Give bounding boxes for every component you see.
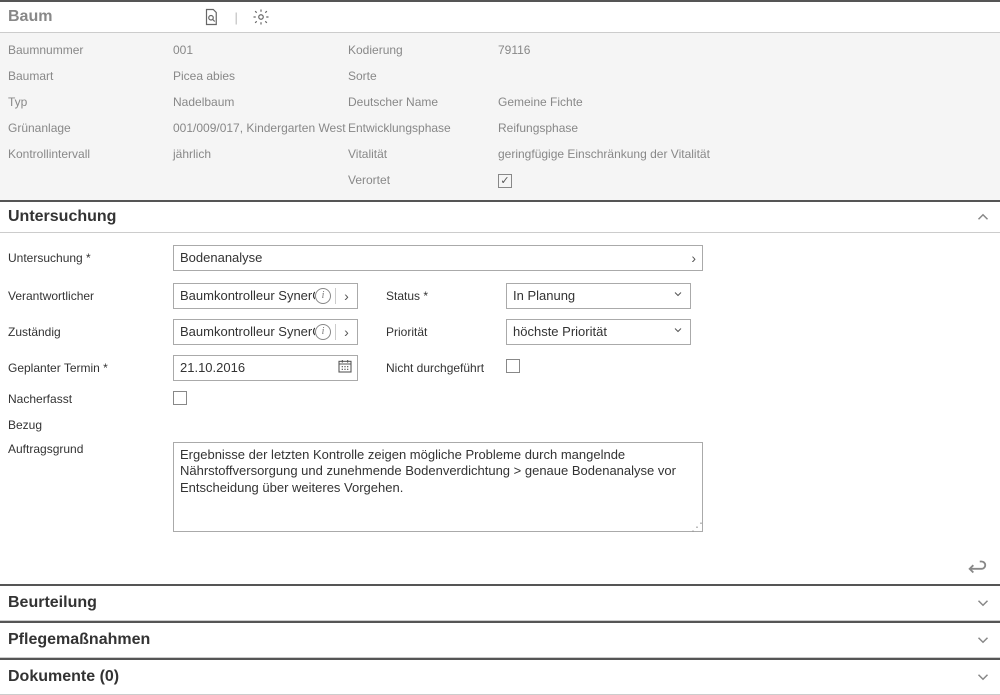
calendar-icon[interactable] [337,358,353,378]
auftragsgrund-label: Auftragsgrund [8,442,173,456]
untersuchung-lookup[interactable]: Bodenanalyse › [173,245,703,271]
baum-header-icons: | [202,8,269,26]
nacherfasst-label: Nacherfasst [8,392,173,406]
chevron-down-icon [672,288,684,303]
verortet-label: Verortet [348,173,498,188]
verantwortlicher-label: Verantwortlicher [8,289,173,303]
zustaendig-label: Zuständig [8,325,173,339]
prioritaet-label: Priorität [386,325,506,339]
zustaendig-picker[interactable]: Baumkontrolleur SynerGIS i › [173,319,358,345]
prioritaet-select[interactable]: höchste Priorität [506,319,691,345]
entwicklung-label: Entwicklungsphase [348,121,498,135]
untersuchung-field-label: Untersuchung * [8,251,173,265]
info-icon[interactable]: i [315,288,331,304]
chevron-down-icon [974,594,992,612]
zustaendig-value: Baumkontrolleur SynerGIS [180,324,315,339]
nicht-durchgefuehrt-checkbox[interactable] [506,359,520,373]
chevron-up-icon [974,208,992,226]
verantwortlicher-picker[interactable]: Baumkontrolleur SynerGIS i › [173,283,358,309]
baum-title: Baum [8,8,52,26]
gruenanlage-label: Grünanlage [8,121,173,135]
kontroll-value: jährlich [173,147,348,161]
beurteilung-title: Beurteilung [8,594,97,612]
dokumente-header[interactable]: Dokumente (0) [0,660,1000,695]
auftragsgrund-row: Auftragsgrund Ergebnisse der letzten Kon… [8,442,992,532]
status-label: Status * [386,289,506,303]
verantwortlicher-value: Baumkontrolleur SynerGIS [180,288,315,303]
document-search-icon[interactable] [202,8,220,26]
baumart-value: Picea abies [173,69,348,83]
nacherfasst-checkbox[interactable] [173,391,187,405]
nacherfasst-cell [173,391,358,408]
resize-handle-icon: ⋰ [691,524,701,530]
termin-datepicker[interactable]: 21.10.2016 [173,355,358,381]
baumnummer-label: Baumnummer [8,43,173,57]
status-value: In Planung [513,288,575,303]
dokumente-section: Dokumente (0) [0,658,1000,695]
baum-header: Baum | [0,2,1000,33]
auftragsgrund-textarea[interactable]: Ergebnisse der letzten Kontrolle zeigen … [173,442,703,532]
untersuchung-form: Untersuchung * Bodenanalyse › Verantwort… [0,233,1000,550]
entwicklung-value: Reifungsphase [498,121,992,135]
untersuchung-lookup-value: Bodenanalyse [180,250,262,265]
chevron-right-icon: › [335,324,353,340]
termin-value: 21.10.2016 [180,360,337,375]
nicht-durchgefuehrt-cell [506,359,706,376]
nacherfasst-row: Nacherfasst [8,391,992,408]
info-icon[interactable]: i [315,324,331,340]
beurteilung-header[interactable]: Beurteilung [0,586,1000,621]
baum-section: Baum | Baumnummer 001 Kodierung 79116 Ba… [0,0,1000,200]
bezug-row: Bezug [8,418,992,432]
zustaendig-row: Zuständig Baumkontrolleur SynerGIS i › P… [8,319,992,345]
pflegemassnahmen-header[interactable]: Pflegemaßnahmen [0,623,1000,658]
status-select[interactable]: In Planung [506,283,691,309]
untersuchung-title: Untersuchung [8,208,116,226]
baum-info-grid: Baumnummer 001 Kodierung 79116 Baumart P… [0,33,1000,200]
verortet-value: ✓ [498,173,992,188]
kodierung-label: Kodierung [348,43,498,57]
dokumente-title: Dokumente (0) [8,668,119,686]
sorte-value [498,69,992,83]
deutscher-label: Deutscher Name [348,95,498,109]
gruenanlage-value: 001/009/017, Kindergarten West [173,121,348,135]
untersuchung-footer [0,550,1000,584]
typ-value: Nadelbaum [173,95,348,109]
chevron-down-icon [672,324,684,339]
chevron-down-icon [974,668,992,686]
untersuchung-header[interactable]: Untersuchung [0,202,1000,233]
gear-icon[interactable] [252,8,270,26]
prioritaet-value: höchste Priorität [513,324,607,339]
beurteilung-section: Beurteilung [0,584,1000,621]
untersuchung-section: Untersuchung Untersuchung * Bodenanalyse… [0,200,1000,584]
termin-label: Geplanter Termin * [8,361,173,375]
baumnummer-value: 001 [173,43,348,57]
return-icon[interactable] [966,556,988,578]
nicht-durchgefuehrt-label: Nicht durchgeführt [386,361,506,375]
verortet-checkbox[interactable]: ✓ [498,174,512,188]
chevron-right-icon: › [335,288,353,304]
deutscher-value: Gemeine Fichte [498,95,992,109]
termin-row: Geplanter Termin * 21.10.2016 Nicht durc… [8,355,992,381]
auftragsgrund-value: Ergebnisse der letzten Kontrolle zeigen … [180,447,676,496]
pflegemassnahmen-section: Pflegemaßnahmen [0,621,1000,658]
kontroll-label: Kontrollintervall [8,147,173,161]
vitalitaet-label: Vitalität [348,147,498,161]
bezug-label: Bezug [8,418,173,432]
pflegemassnahmen-title: Pflegemaßnahmen [8,631,150,649]
typ-label: Typ [8,95,173,109]
verantwortlicher-row: Verantwortlicher Baumkontrolleur SynerGI… [8,283,992,309]
untersuchung-row: Untersuchung * Bodenanalyse › [8,245,992,271]
kodierung-value: 79116 [498,43,992,57]
vitalitaet-value: geringfügige Einschränkung der Vitalität [498,147,718,161]
chevron-right-icon: › [691,250,696,266]
baumart-label: Baumart [8,69,173,83]
sorte-label: Sorte [348,69,498,83]
chevron-down-icon [974,631,992,649]
